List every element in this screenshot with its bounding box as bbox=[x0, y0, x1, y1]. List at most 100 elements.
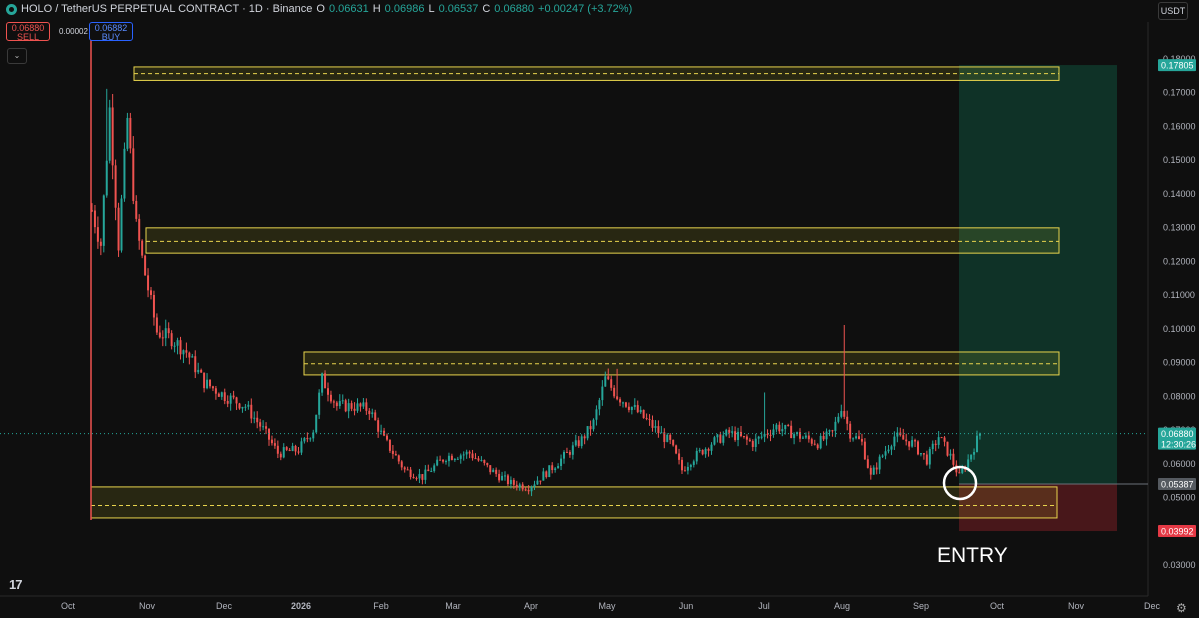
candle-body bbox=[182, 350, 185, 355]
x-tick-label: May bbox=[598, 601, 616, 611]
candle-body bbox=[306, 438, 309, 440]
candle-body bbox=[474, 458, 477, 460]
candle-body bbox=[713, 437, 716, 445]
candle-body bbox=[607, 376, 610, 380]
candle-body bbox=[247, 404, 250, 407]
candle-body bbox=[728, 429, 731, 433]
candle-body bbox=[229, 395, 232, 404]
price-label-text: 0.03992 bbox=[1161, 527, 1194, 537]
candle-body bbox=[855, 436, 858, 439]
gear-icon[interactable]: ⚙ bbox=[1176, 601, 1187, 615]
candle-body bbox=[533, 484, 536, 487]
candle-body bbox=[232, 395, 235, 398]
candle-body bbox=[327, 388, 329, 395]
buy-button[interactable]: 0.06882 BUY bbox=[89, 22, 133, 42]
candle-body bbox=[176, 340, 179, 346]
candle-body bbox=[710, 444, 713, 451]
candle-body bbox=[852, 438, 855, 440]
candle-body bbox=[495, 469, 498, 474]
candle-body bbox=[925, 454, 928, 465]
candle-body bbox=[704, 448, 707, 455]
candle-body bbox=[300, 441, 303, 453]
candle-body bbox=[197, 369, 200, 373]
candle-body bbox=[409, 469, 412, 478]
candle-body bbox=[810, 439, 813, 444]
candle-body bbox=[834, 421, 837, 431]
y-tick-label: 0.16000 bbox=[1163, 121, 1196, 131]
candle-body bbox=[801, 437, 804, 439]
candle-body bbox=[669, 434, 672, 440]
price-chart[interactable]: 0.180000.170000.160000.150000.140000.130… bbox=[0, 0, 1199, 618]
symbol-title[interactable]: HOLO / TetherUS PERPETUAL CONTRACT · 1D … bbox=[21, 3, 312, 15]
candle-body bbox=[902, 435, 905, 440]
y-tick-label: 0.14000 bbox=[1163, 189, 1196, 199]
candle-body bbox=[288, 449, 291, 451]
candle-body bbox=[279, 453, 282, 458]
candle-body bbox=[430, 471, 433, 473]
candle-body bbox=[816, 444, 819, 449]
candle-body bbox=[509, 479, 512, 485]
candle-body bbox=[748, 439, 751, 442]
x-tick-label: Jun bbox=[679, 601, 694, 611]
candle-body bbox=[498, 473, 501, 481]
y-tick-label: 0.03000 bbox=[1163, 560, 1196, 570]
candle-body bbox=[282, 447, 285, 458]
currency-selector[interactable]: USDT bbox=[1158, 2, 1188, 20]
candle-body bbox=[560, 458, 563, 467]
candle-body bbox=[542, 471, 545, 481]
candle-body bbox=[701, 449, 704, 455]
candle-body bbox=[884, 451, 887, 456]
y-tick-label: 0.11000 bbox=[1163, 290, 1195, 300]
candle-body bbox=[406, 469, 409, 471]
candle-body bbox=[120, 198, 123, 251]
candle-body bbox=[468, 451, 471, 454]
candle-body bbox=[751, 441, 754, 447]
candle-body bbox=[150, 290, 152, 295]
candle-body bbox=[453, 458, 456, 460]
candle-body bbox=[763, 433, 766, 437]
candle-body bbox=[217, 393, 220, 397]
sell-button[interactable]: 0.06880 SELL bbox=[6, 22, 50, 42]
candle-body bbox=[872, 467, 875, 475]
candle-body bbox=[386, 435, 388, 440]
candle-body bbox=[527, 489, 530, 492]
chevron-down-icon[interactable]: ⌄ bbox=[7, 48, 27, 64]
candle-body bbox=[869, 467, 872, 475]
candle-body bbox=[725, 429, 728, 436]
candle-body bbox=[973, 452, 976, 455]
candle-body bbox=[545, 471, 548, 478]
candle-body bbox=[512, 479, 515, 485]
candle-body bbox=[492, 469, 495, 473]
candle-body bbox=[563, 451, 565, 459]
x-tick-label: Dec bbox=[216, 601, 233, 611]
candle-body bbox=[790, 425, 793, 439]
candle-body bbox=[819, 435, 822, 449]
candle-body bbox=[571, 445, 574, 455]
y-tick-label: 0.05000 bbox=[1163, 493, 1196, 503]
candle-body bbox=[698, 449, 701, 451]
candle-body bbox=[341, 400, 344, 402]
candle-body bbox=[132, 148, 135, 201]
candle-body bbox=[645, 417, 648, 419]
candle-body bbox=[589, 426, 592, 430]
candle-body bbox=[760, 436, 763, 438]
candle-body bbox=[185, 350, 188, 353]
entry-annotation: ENTRY bbox=[937, 544, 1008, 567]
candle-body bbox=[592, 419, 595, 430]
candle-body bbox=[515, 484, 518, 488]
candle-body bbox=[329, 394, 332, 402]
candle-body bbox=[380, 430, 383, 432]
candle-body bbox=[391, 450, 394, 454]
candle-body bbox=[843, 411, 846, 417]
candle-body bbox=[639, 409, 642, 413]
candle-body bbox=[265, 426, 268, 429]
candle-body bbox=[769, 434, 772, 436]
candle-body bbox=[636, 405, 639, 413]
sell-label: SELL bbox=[16, 32, 40, 42]
candle-body bbox=[707, 448, 710, 451]
candle-body bbox=[262, 426, 265, 428]
zone-box bbox=[90, 486, 1058, 519]
tradingview-logo-icon[interactable]: 17 bbox=[9, 577, 23, 592]
y-tick-label: 0.06000 bbox=[1163, 459, 1196, 469]
candle-body bbox=[400, 461, 403, 468]
